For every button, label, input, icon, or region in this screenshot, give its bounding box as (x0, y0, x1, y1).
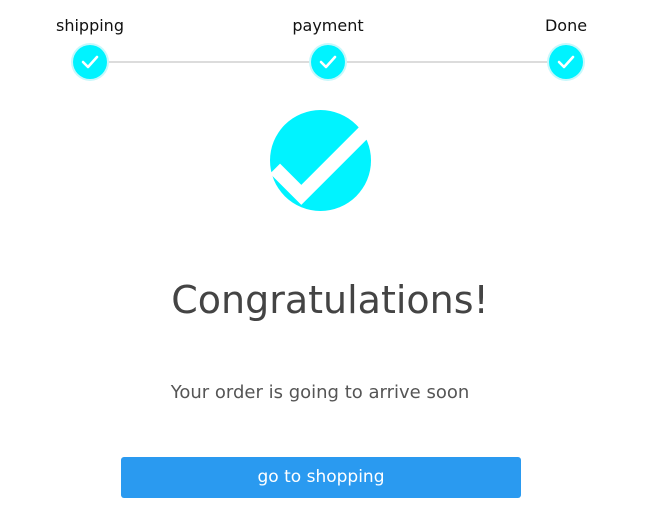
large-check-icon (270, 110, 371, 211)
step-shipping: shipping (40, 0, 140, 79)
success-check-icon (270, 110, 371, 211)
success-message: Your order is going to arrive soon (170, 382, 470, 403)
step-label-payment: payment (292, 16, 364, 35)
step-status-done (549, 45, 583, 79)
step-status-payment (311, 45, 345, 79)
go-to-shopping-button[interactable]: go to shopping (121, 457, 521, 498)
checkout-stepper: shipping payment Done (0, 0, 660, 90)
success-title: Congratulations! (171, 278, 489, 322)
step-label-shipping: shipping (56, 16, 124, 35)
check-icon (319, 55, 337, 69)
step-status-shipping (73, 45, 107, 79)
step-payment: payment (278, 0, 378, 79)
check-icon (81, 55, 99, 69)
step-done: Done (516, 0, 616, 79)
step-label-done: Done (544, 16, 588, 35)
check-icon (557, 55, 575, 69)
